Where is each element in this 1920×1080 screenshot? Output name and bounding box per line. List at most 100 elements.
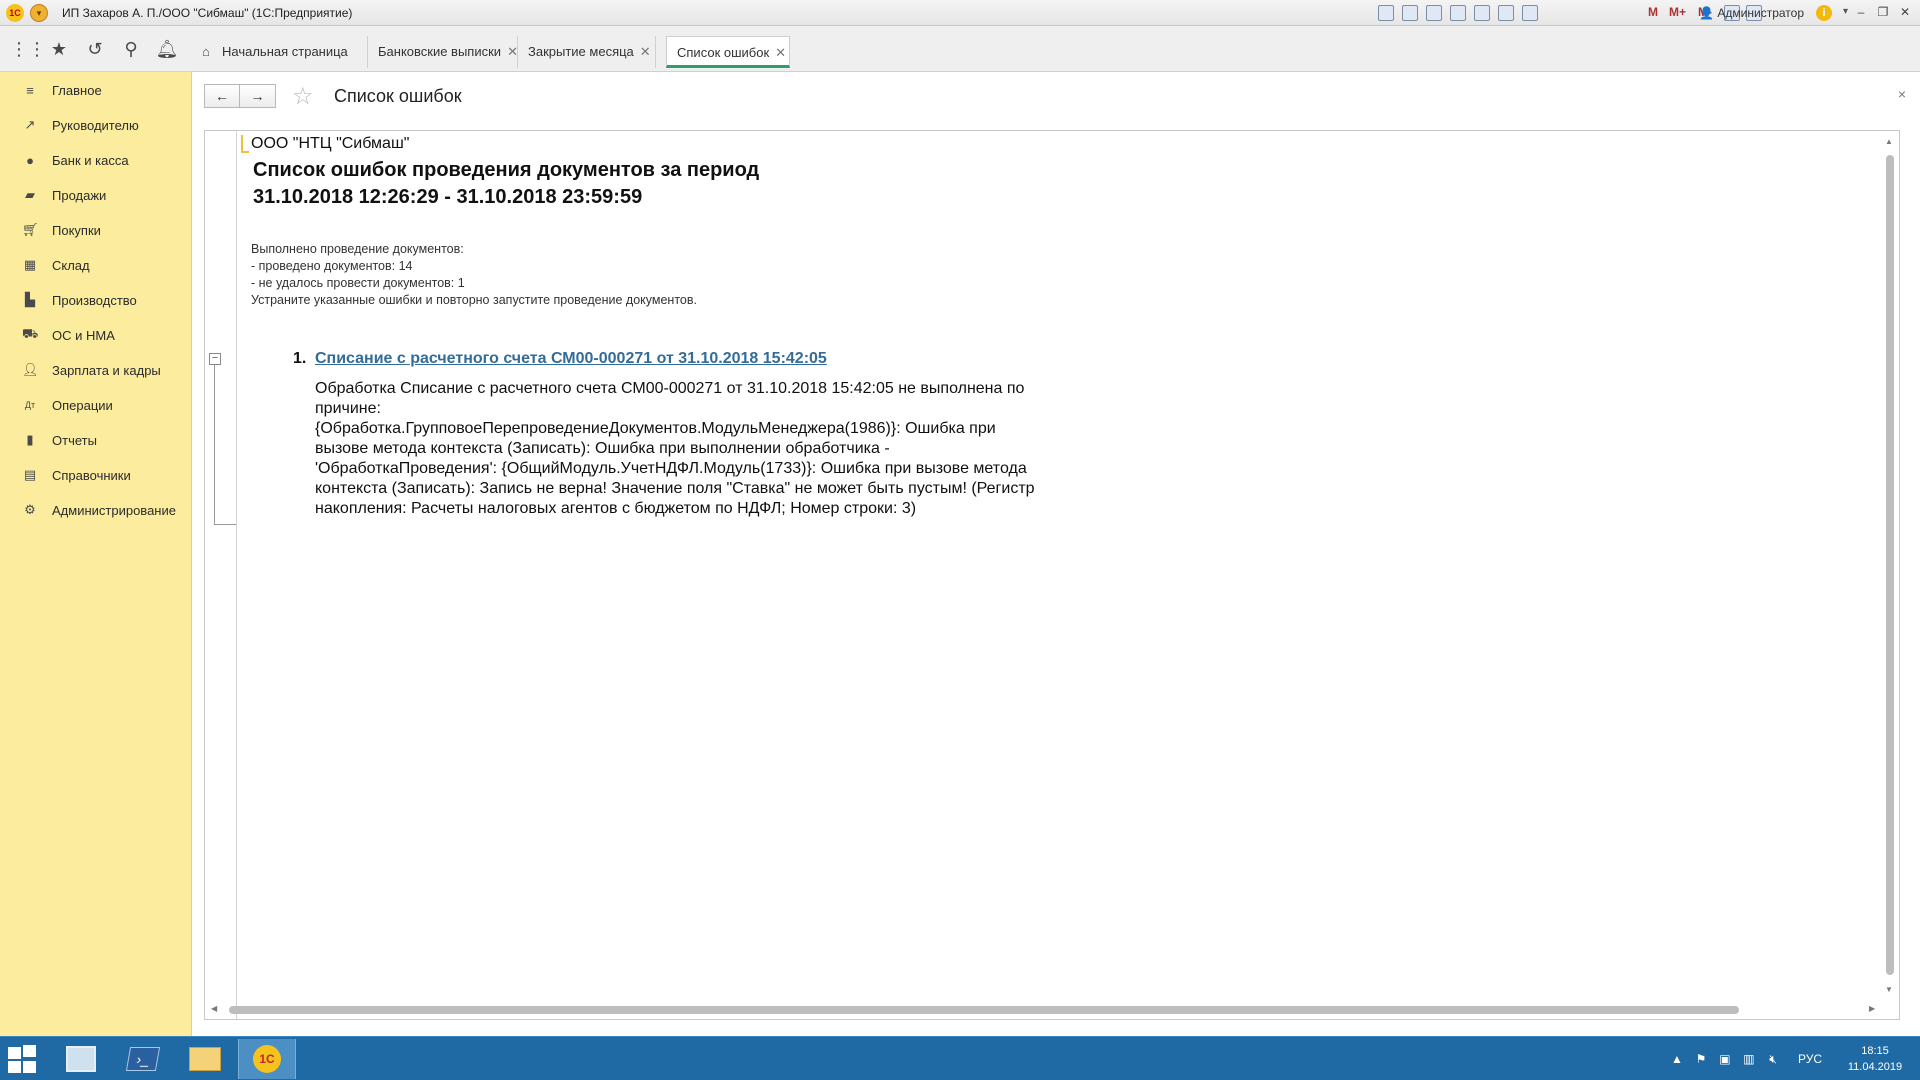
1c-app-icon: 1С [253, 1045, 281, 1073]
home-icon: ⌂ [202, 44, 210, 59]
close-icon[interactable]: ✕ [640, 44, 651, 59]
sidebar-item-manager[interactable]: ↗ Руководителю [0, 109, 192, 141]
error-document-link[interactable]: Списание с расчетного счета СМ00-000271 … [315, 350, 827, 368]
report-title: Список ошибок проведения документов за п… [253, 157, 759, 211]
sidebar-item-main[interactable]: ≡ Главное [0, 74, 192, 106]
close-window-button[interactable]: ✕ [1896, 3, 1914, 21]
sidebar-item-purchases[interactable]: 🛒︎ Покупки [0, 214, 192, 246]
minimize-button[interactable]: – [1852, 3, 1870, 21]
volume-muted-icon[interactable]: 🔇︎ [1766, 1052, 1780, 1066]
folder-icon [189, 1047, 221, 1071]
favorites-star-icon[interactable]: ★ [46, 36, 72, 62]
collapse-group-icon[interactable]: − [209, 353, 221, 365]
trend-chart-icon: ↗ [24, 117, 36, 132]
clock[interactable]: 18:15 11.04.2019 [1840, 1043, 1910, 1075]
coin-icon: ● [26, 152, 34, 168]
print-icon[interactable] [1402, 5, 1418, 21]
quick-access-toolbar: ⋮⋮ ★ ↺ ⚲ 🔔︎ [0, 26, 192, 72]
close-icon[interactable]: ✕ [507, 44, 518, 59]
sidebar-item-warehouse[interactable]: ▦ Склад [0, 249, 192, 281]
tab-label: Банковские выписки [378, 44, 502, 59]
show-hidden-icons-chevron-icon[interactable]: ▲ [1670, 1052, 1684, 1066]
network-icon[interactable]: ▣ [1718, 1052, 1732, 1066]
scroll-right-icon[interactable]: ▶ [1869, 1004, 1875, 1013]
group-line-end [214, 524, 236, 525]
notifications-bell-icon[interactable]: 🔔︎ [154, 36, 180, 62]
sidebar-item-label: Покупки [52, 222, 101, 238]
taskbar-powershell[interactable]: ›_ [114, 1039, 172, 1079]
scroll-up-icon[interactable]: ▲ [1885, 137, 1893, 146]
vertical-scrollbar[interactable]: ▲ ▼ [1881, 131, 1899, 1001]
form-area: ← → ☆ Список ошибок × − ООО "НТЦ "Сибмаш… [192, 72, 1920, 1036]
summary-line: Устраните указанные ошибки и повторно за… [251, 293, 697, 307]
sidebar-item-label: Производство [52, 292, 137, 308]
tab-bank-statements[interactable]: Банковские выписки ✕ [368, 36, 518, 68]
sidebar-item-reports[interactable]: ▮ Отчеты [0, 424, 192, 456]
taskbar-explorer[interactable] [176, 1039, 234, 1079]
restore-button[interactable]: ❐ [1874, 3, 1892, 21]
chevron-down-icon[interactable]: ▾ [1843, 6, 1848, 17]
sidebar-item-bank[interactable]: ● Банк и касса [0, 144, 192, 176]
vertical-scroll-thumb[interactable] [1886, 155, 1894, 975]
device-icon[interactable]: ▥ [1742, 1052, 1756, 1066]
taskbar-server-manager[interactable] [52, 1039, 110, 1079]
factory-icon: ▙ [25, 292, 35, 307]
forward-button[interactable]: → [240, 84, 276, 108]
history-icon[interactable]: ↺ [82, 36, 108, 62]
sidebar-item-label: Руководителю [52, 117, 139, 133]
truck-icon: ⛟ [22, 326, 39, 341]
sidebar-item-fixed-assets[interactable]: ⛟ ОС и НМА [0, 319, 192, 351]
tab-error-list[interactable]: Список ошибок ✕ [666, 36, 790, 68]
system-tray: ▲ ⚑ ▣ ▥ 🔇︎ РУС 18:15 11.04.2019 [1670, 1037, 1920, 1080]
sidebar-item-sales[interactable]: ▰ Продажи [0, 179, 192, 211]
sidebar-item-production[interactable]: ▙ Производство [0, 284, 192, 316]
flag-icon[interactable]: ⚑ [1694, 1052, 1708, 1066]
organization-name: ООО "НТЦ "Сибмаш" [251, 135, 410, 152]
input-language[interactable]: РУС [1798, 1052, 1822, 1066]
sidebar-item-operations[interactable]: Дт Операции [0, 389, 192, 421]
sidebar-item-label: Продажи [52, 187, 107, 203]
sidebar-item-directories[interactable]: ▤ Справочники [0, 459, 192, 491]
window-toolbar [1378, 5, 1538, 21]
preview-icon[interactable] [1426, 5, 1442, 21]
search-icon[interactable]: ⚲ [118, 36, 144, 62]
horizontal-scroll-thumb[interactable] [229, 1006, 1739, 1014]
error-text-line: накопления: Расчеты налоговых агентов с … [315, 500, 917, 517]
scroll-left-icon[interactable]: ◀ [211, 1004, 217, 1013]
summary-line: - не удалось провести документов: 1 [251, 276, 465, 290]
tab-month-closing[interactable]: Закрытие месяца ✕ [518, 36, 656, 68]
shopping-bag-icon: ▰ [25, 187, 35, 202]
tab-bar: ⌂ Начальная страница Банковские выписки ✕ … [192, 26, 1920, 72]
current-user[interactable]: 👤 Администратор [1699, 6, 1804, 20]
horizontal-scrollbar[interactable]: ◀ ▶ [205, 1001, 1883, 1019]
windows-start-icon[interactable] [8, 1045, 38, 1073]
m-plus-button[interactable]: M+ [1669, 5, 1686, 19]
back-button[interactable]: ← [204, 84, 240, 108]
error-text-line: контекста (Записать): Запись не верна! З… [315, 480, 1035, 497]
calculator-icon[interactable] [1498, 5, 1514, 21]
error-description: Обработка Списание с расчетного счета СМ… [315, 379, 1175, 519]
sidebar-item-administration[interactable]: ⚙ Администрирование [0, 494, 192, 526]
save-icon[interactable] [1378, 5, 1394, 21]
tab-label: Начальная страница [222, 44, 348, 59]
close-form-button[interactable]: × [1898, 86, 1906, 102]
add-to-favorites-star-icon[interactable]: ☆ [292, 82, 314, 111]
mail-icon[interactable] [1474, 5, 1490, 21]
close-icon[interactable]: ✕ [775, 45, 786, 60]
error-text-line: 'ОбработкаПроведения': {ОбщийМодуль.Учет… [315, 460, 1027, 477]
sidebar-item-salary[interactable]: 👤︎ Зарплата и кадры [0, 354, 192, 386]
taskbar-1c[interactable]: 1С [238, 1039, 296, 1079]
book-icon: ▤ [23, 467, 37, 482]
posting-summary: Выполнено проведение документов: - прове… [251, 241, 697, 309]
m-button[interactable]: M [1648, 5, 1658, 19]
upload-icon[interactable] [1450, 5, 1466, 21]
scroll-down-icon[interactable]: ▼ [1885, 985, 1893, 994]
person-icon: 👤︎ [22, 362, 39, 377]
spreadsheet-document[interactable]: − ООО "НТЦ "Сибмаш" Список ошибок провед… [204, 130, 1900, 1020]
apps-grid-icon[interactable]: ⋮⋮ [10, 36, 46, 62]
info-icon[interactable]: i [1816, 5, 1832, 21]
report-title-line: Список ошибок проведения документов за п… [253, 159, 760, 181]
calendar-icon[interactable] [1522, 5, 1538, 21]
tab-home[interactable]: ⌂ Начальная страница [192, 36, 368, 68]
main-menu-button[interactable]: ▾ [30, 4, 48, 22]
